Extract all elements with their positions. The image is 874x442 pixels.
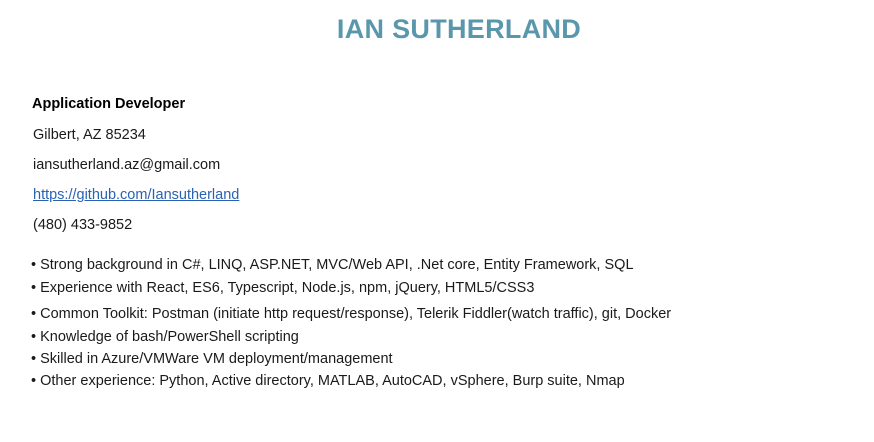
skill-item: • Strong background in C#, LINQ, ASP.NET… [31,257,634,273]
skill-item: • Knowledge of bash/PowerShell scripting [31,329,299,345]
skill-item: • Experience with React, ES6, Typescript… [31,280,535,296]
location-text: Gilbert, AZ 85234 [33,127,146,143]
email-text: iansutherland.az@gmail.com [33,157,221,173]
job-title: Application Developer [32,96,186,112]
phone-text: (480) 433-9852 [33,217,133,233]
resume-name: IAN SUTHERLAND [336,14,582,44]
github-link[interactable]: https://github.com/Iansutherland [33,187,239,203]
skill-item: • Skilled in Azure/VMWare VM deployment/… [31,351,393,367]
skill-item: • Other experience: Python, Active direc… [31,373,625,389]
skill-item: • Common Toolkit: Postman (initiate http… [31,306,672,322]
